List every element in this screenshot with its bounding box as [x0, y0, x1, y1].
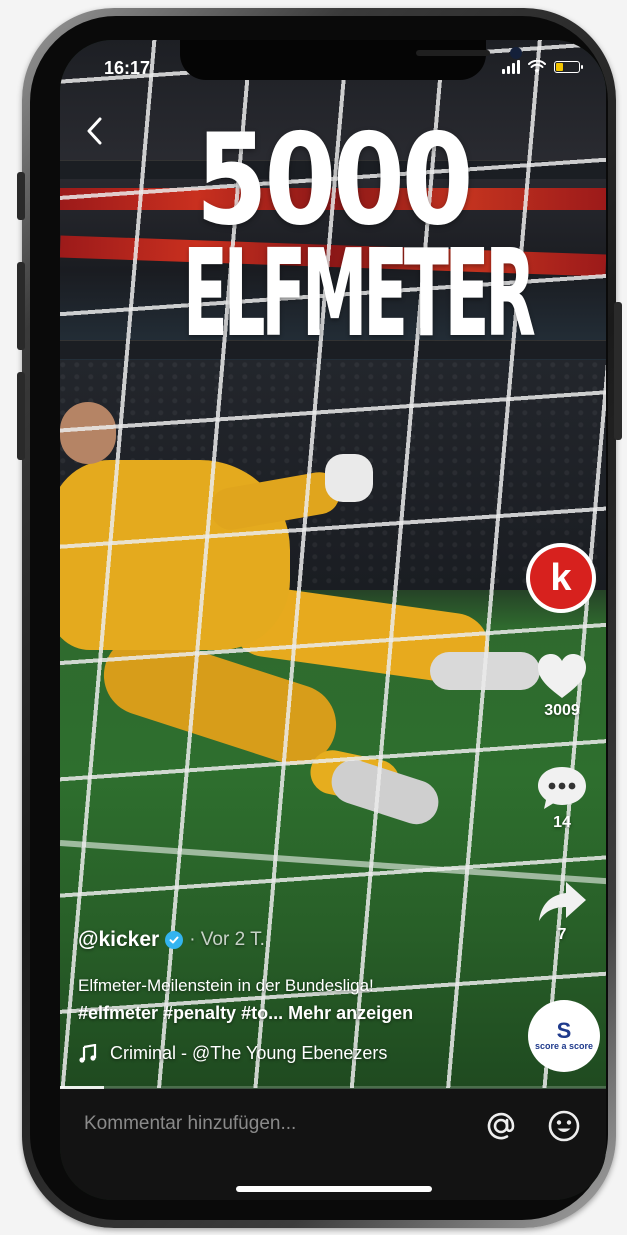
home-indicator[interactable] [236, 1186, 432, 1192]
earpiece-speaker [416, 50, 490, 56]
comment-count: 14 [553, 814, 571, 831]
wifi-icon [528, 60, 546, 73]
creator-username[interactable]: @kicker [78, 928, 159, 952]
battery-icon [554, 61, 583, 73]
music-title: Criminal - @The Young Ebenezers [110, 1043, 388, 1063]
cellular-signal-icon [502, 60, 520, 74]
share-button[interactable]: 7 [526, 878, 598, 944]
music-note-icon [79, 1043, 97, 1063]
keeper-boot [430, 652, 540, 690]
pitch-line [60, 840, 606, 888]
sound-disc-logo: S [556, 1018, 572, 1043]
creator-avatar[interactable]: k [526, 543, 596, 613]
post-time: · Vor 2 T. [189, 929, 265, 950]
status-icons [502, 60, 583, 74]
phone-screen: 5000 ELFMETER 16:17 k 3009 14 7 S score … [60, 40, 606, 1200]
speech-bubble-icon [538, 767, 586, 809]
video-description: Elfmeter-Meilenstein in der Bundesliga! [78, 976, 374, 995]
comment-button[interactable]: 14 [526, 764, 598, 832]
keeper-glove [325, 454, 373, 502]
smiley-icon[interactable] [547, 1109, 581, 1143]
like-count: 3009 [544, 702, 580, 719]
keeper-head [60, 402, 116, 464]
headline-number: 5000 [195, 106, 474, 253]
heart-icon [538, 654, 586, 698]
share-count: 7 [557, 926, 567, 943]
battery-level [556, 63, 563, 71]
sound-disc-label: score a score [534, 1041, 594, 1051]
share-arrow-icon [539, 882, 586, 921]
power-button [614, 302, 622, 440]
at-sign-icon[interactable] [484, 1109, 518, 1143]
notch [180, 40, 522, 80]
creator-line: @kicker · Vor 2 T. [78, 928, 265, 952]
headline-word: ELFMETER [182, 225, 536, 364]
like-button[interactable]: 3009 [526, 652, 598, 720]
music-line[interactable]: Criminal - @The Young Ebenezers [78, 1043, 387, 1064]
comment-input[interactable]: Kommentar hinzufügen... [84, 1113, 296, 1135]
chevron-left-icon[interactable] [82, 116, 108, 146]
volume-up-button [17, 262, 25, 350]
front-camera [510, 47, 522, 59]
volume-down-button [17, 372, 25, 460]
avatar-logo: k [530, 547, 592, 609]
sound-disc[interactable]: S score a score [528, 1000, 600, 1072]
verified-badge-icon [165, 931, 184, 949]
hashtags-more[interactable]: #elfmeter #penalty #to... Mehr anzeigen [78, 1003, 413, 1024]
mute-switch [17, 172, 25, 220]
comment-bar: Kommentar hinzufügen... [60, 1089, 606, 1200]
status-time: 16:17 [104, 58, 151, 78]
